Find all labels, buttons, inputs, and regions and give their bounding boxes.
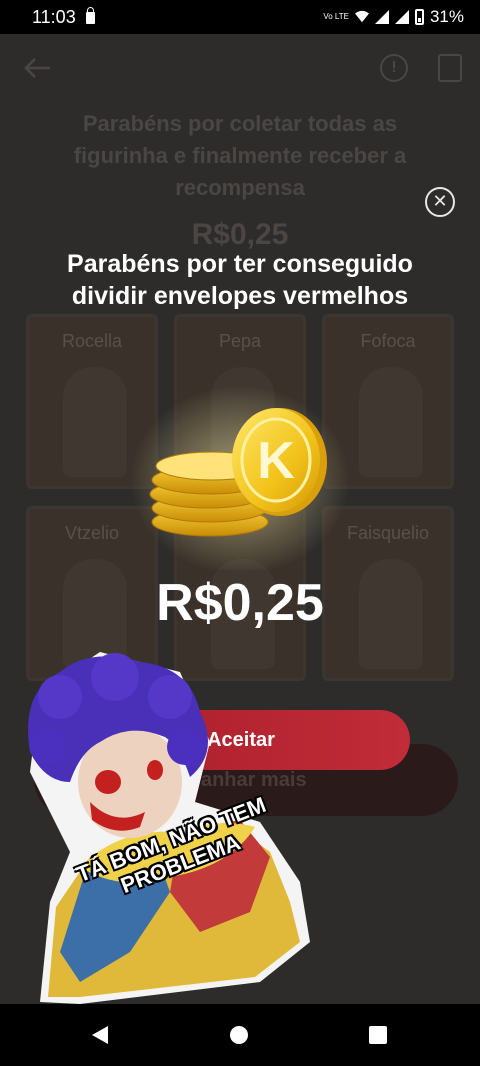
status-icons: Vo LTE 31% bbox=[323, 7, 464, 27]
bg-page-title: Parabéns por coletar todas as figurinha … bbox=[73, 111, 407, 200]
signal-icon bbox=[374, 10, 389, 24]
card-portrait bbox=[359, 367, 423, 477]
card-portrait bbox=[359, 559, 423, 669]
card-label: Fofoca bbox=[360, 331, 416, 351]
document-icon[interactable] bbox=[438, 54, 462, 82]
status-bar: 11:03 Vo LTE 31% bbox=[0, 0, 480, 34]
nav-back-icon[interactable] bbox=[92, 1026, 108, 1044]
gold-coins-icon: K bbox=[130, 385, 350, 570]
volte-icon: Vo LTE bbox=[323, 12, 349, 21]
wifi-icon bbox=[354, 10, 369, 23]
app-header: ! bbox=[0, 34, 480, 104]
card-label: Pepa bbox=[218, 331, 262, 351]
back-arrow-icon[interactable] bbox=[22, 56, 52, 80]
coin-letter: K bbox=[257, 432, 295, 490]
signal-icon bbox=[394, 10, 409, 24]
card-label: Rocella bbox=[61, 331, 123, 351]
nav-home-icon[interactable] bbox=[230, 1026, 248, 1044]
bg-reward-amount: R$0,25 bbox=[191, 218, 289, 251]
reward-amount: R$0,25 bbox=[156, 574, 324, 632]
battery-icon bbox=[414, 9, 424, 25]
navigation-bar bbox=[0, 1004, 480, 1066]
nav-recents-icon[interactable] bbox=[369, 1026, 387, 1044]
close-icon[interactable]: ✕ bbox=[425, 187, 455, 217]
modal-title: Parabéns por ter conseguido dividir enve… bbox=[67, 250, 413, 310]
info-icon[interactable]: ! bbox=[380, 54, 408, 82]
lock-icon bbox=[85, 7, 95, 24]
card-portrait bbox=[63, 367, 127, 477]
status-time: 11:03 bbox=[32, 6, 76, 27]
battery-percent: 31% bbox=[429, 7, 464, 26]
